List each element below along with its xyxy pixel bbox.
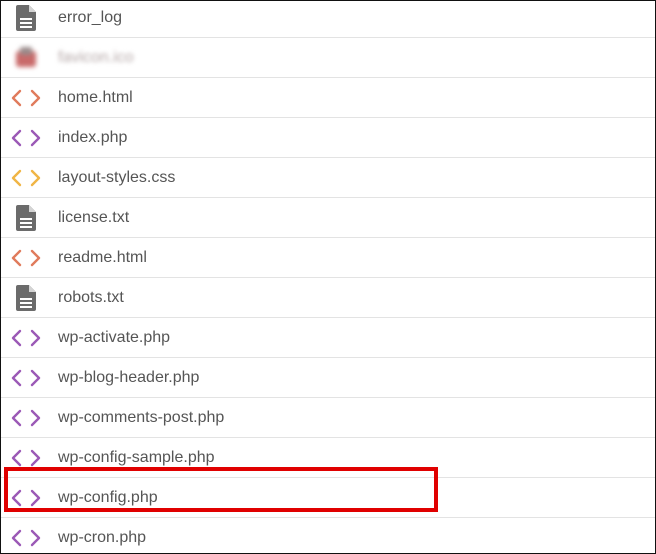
code-icon — [9, 438, 43, 477]
image-icon — [9, 38, 43, 77]
file-name[interactable]: readme.html — [58, 238, 147, 277]
file-name[interactable]: license.txt — [58, 198, 129, 237]
code-icon — [9, 118, 43, 157]
file-manager-panel: error_log favicon.ico home.html index.php la… — [0, 0, 656, 554]
code-icon — [9, 158, 43, 197]
code-icon — [9, 398, 43, 437]
file-name[interactable]: index.php — [58, 118, 127, 157]
file-name[interactable]: wp-cron.php — [58, 518, 146, 553]
code-icon — [9, 358, 43, 397]
file-row[interactable]: home.html — [1, 78, 655, 118]
file-name[interactable]: wp-comments-post.php — [58, 398, 224, 437]
document-icon — [9, 278, 43, 317]
file-name[interactable]: wp-activate.php — [58, 318, 170, 357]
file-name[interactable]: error_log — [58, 1, 122, 37]
file-row-highlighted[interactable]: wp-config.php — [1, 478, 655, 518]
file-name[interactable]: wp-blog-header.php — [58, 358, 199, 397]
file-list: error_log favicon.ico home.html index.php la… — [1, 1, 655, 553]
file-name[interactable]: wp-config.php — [58, 478, 158, 517]
file-row[interactable]: wp-blog-header.php — [1, 358, 655, 398]
file-row[interactable]: wp-config-sample.php — [1, 438, 655, 478]
file-row[interactable]: index.php — [1, 118, 655, 158]
file-row[interactable]: license.txt — [1, 198, 655, 238]
file-row[interactable]: robots.txt — [1, 278, 655, 318]
code-icon — [9, 238, 43, 277]
document-icon — [9, 198, 43, 237]
file-row[interactable]: error_log — [1, 1, 655, 38]
file-row[interactable]: wp-activate.php — [1, 318, 655, 358]
code-icon — [9, 78, 43, 117]
document-icon — [9, 1, 43, 37]
file-name[interactable]: layout-styles.css — [58, 158, 175, 197]
code-icon — [9, 318, 43, 357]
code-icon — [9, 478, 43, 517]
file-name[interactable]: robots.txt — [58, 278, 124, 317]
file-name[interactable]: wp-config-sample.php — [58, 438, 215, 477]
file-row[interactable]: readme.html — [1, 238, 655, 278]
file-row[interactable]: favicon.ico — [1, 38, 655, 78]
file-row[interactable]: wp-comments-post.php — [1, 398, 655, 438]
file-name[interactable]: home.html — [58, 78, 133, 117]
file-name[interactable]: favicon.ico — [58, 38, 134, 77]
code-icon — [9, 518, 43, 553]
file-row[interactable]: wp-cron.php — [1, 518, 655, 553]
file-row[interactable]: layout-styles.css — [1, 158, 655, 198]
